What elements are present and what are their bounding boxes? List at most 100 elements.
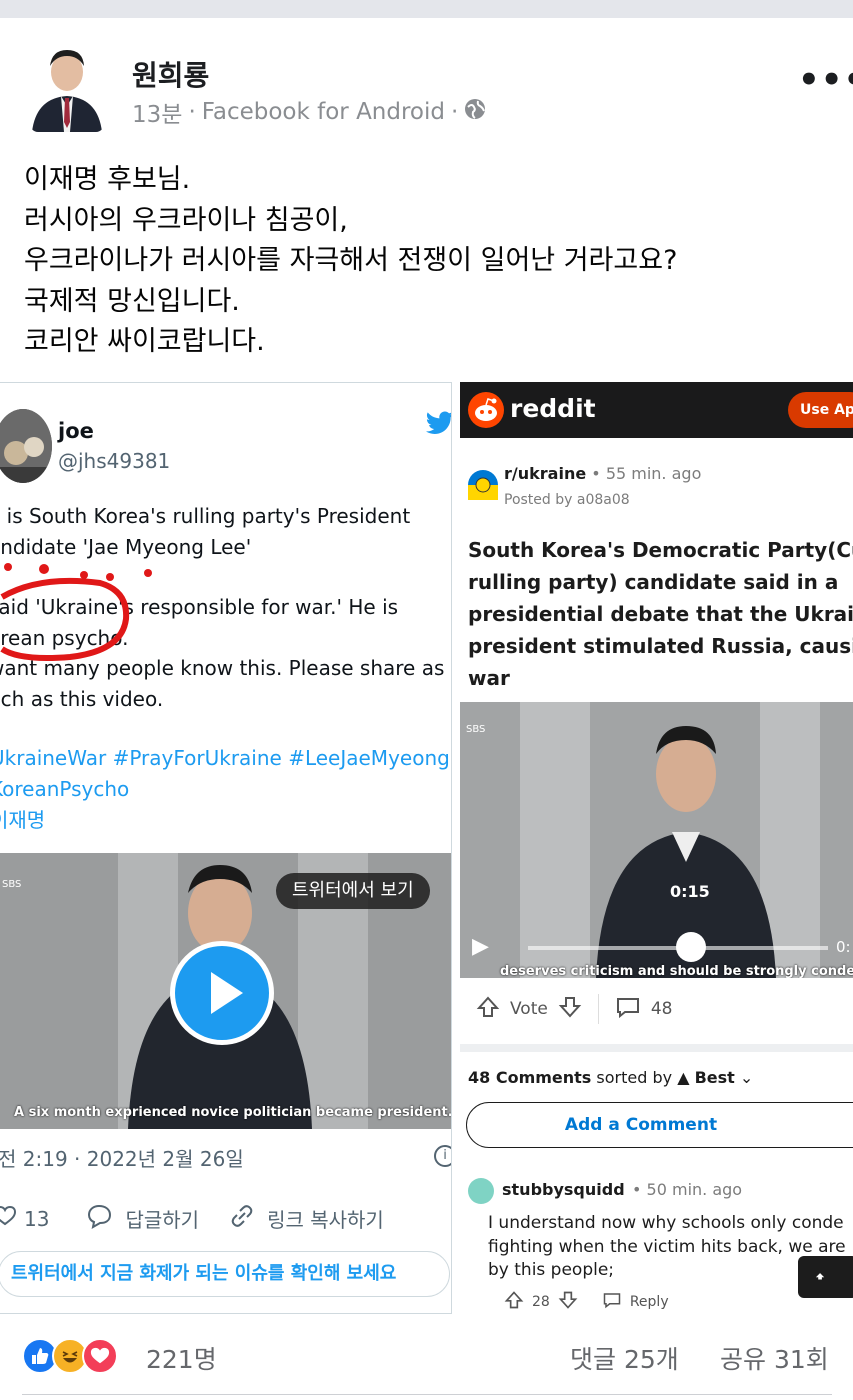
tweet-author-name: joe (58, 419, 94, 443)
upvote-icon[interactable] (476, 995, 500, 1024)
link-icon[interactable] (229, 1203, 255, 1234)
downvote-icon[interactable] (558, 1290, 578, 1314)
tweet-actions: 13 답글하기 링크 복사하기 (0, 1203, 384, 1234)
reddit-header: reddit Use App (460, 382, 853, 438)
svg-text:SBS: SBS (2, 879, 21, 890)
use-app-button[interactable]: Use App (788, 392, 853, 428)
reddit-video[interactable]: SBS 0:15 ▶ 0: deserves criticism and sho… (460, 702, 853, 978)
hashtag-line[interactable]: UkraineWar #PrayForUkraine #LeeJaeMyeong (0, 743, 450, 774)
reddit-logo-icon (468, 392, 504, 428)
meta-separator: · (451, 99, 459, 125)
play-icon[interactable]: ▶ (472, 934, 489, 959)
shares-count[interactable]: 공유 31회 (720, 1340, 829, 1376)
info-icon[interactable]: i (434, 1145, 451, 1167)
comments-count[interactable]: 댓글 25개 (570, 1340, 679, 1376)
video-caption: A six month exprienced novice politician… (14, 1105, 452, 1120)
subreddit-icon[interactable] (468, 470, 498, 500)
subreddit-line: r/ukraine • 55 min. ago (504, 464, 701, 483)
copy-link-label[interactable]: 링크 복사하기 (267, 1204, 384, 1233)
post-text-line: 국제적 망신입니다. (24, 285, 240, 317)
reply-label[interactable]: 답글하기 (125, 1204, 199, 1233)
actions-separator (597, 994, 599, 1024)
reply-icon[interactable] (85, 1203, 113, 1234)
comment-icon[interactable] (615, 995, 641, 1024)
comment-time: 50 min. ago (646, 1180, 743, 1199)
post-time[interactable]: 13분 (132, 95, 182, 129)
tweet-video[interactable]: SBS 트위터에서 보기 A six month exprienced novi… (0, 853, 452, 1129)
upvote-icon[interactable] (504, 1290, 524, 1314)
footer-divider (22, 1394, 832, 1395)
commenter-avatar[interactable] (468, 1178, 494, 1204)
twitter-bird-icon (426, 411, 451, 439)
title-line: president stimulated Russia, causing (468, 634, 853, 658)
red-circle-annotation (0, 563, 152, 661)
post-meta: 13분 · Facebook for Android · (132, 95, 486, 129)
subreddit-name[interactable]: r/ukraine (504, 464, 586, 483)
comment-line: I understand now why schools only conde (488, 1213, 844, 1233)
comment-count: 48 (650, 999, 673, 1019)
reply-icon[interactable] (602, 1291, 622, 1313)
meta-separator: • (591, 464, 606, 483)
comment-vote-count: 28 (532, 1294, 550, 1310)
love-icon (82, 1338, 118, 1374)
post-age: 55 min. ago (605, 464, 702, 483)
watch-on-twitter-badge[interactable]: 트위터에서 보기 (276, 873, 430, 909)
like-count: 13 (24, 1206, 50, 1231)
post-text-line: 우크라이나가 러시아를 자극해서 전쟁이 일어난 거라고요? (24, 245, 678, 276)
video-caption: deserves criticism and should be strongl… (500, 964, 853, 978)
sorted-by-label: sorted by (596, 1068, 673, 1087)
commenter-name[interactable]: stubbysquidd (502, 1180, 625, 1199)
comment-line: fighting when the victim hits back, we a… (488, 1236, 846, 1257)
reddit-post-title[interactable]: South Korea's Democratic Party(Curr rull… (468, 534, 853, 694)
reaction-count[interactable]: 221명 (146, 1340, 217, 1376)
post-source: Facebook for Android (201, 99, 445, 125)
comment-age: • 50 min. ago (632, 1180, 743, 1199)
top-bar (0, 0, 853, 18)
title-line: war (468, 666, 510, 690)
tweet-author-handle: @jhs49381 (58, 449, 171, 473)
posted-by[interactable]: Posted by a08a08 (504, 492, 630, 508)
author-name[interactable]: 원희룡 (132, 54, 209, 94)
rocket-icon: ▲ (677, 1068, 690, 1087)
play-icon[interactable] (170, 941, 274, 1045)
section-divider (460, 1044, 853, 1052)
post-text-line: 코리안 싸이코랍니다. (24, 326, 265, 357)
video-duration: 0:15 (670, 882, 710, 901)
explore-twitter-button[interactable]: 트위터에서 지금 화제가 되는 이슈를 확인해 보세요 (0, 1251, 450, 1297)
tweet-body-line: uch as this video. (0, 686, 164, 711)
scroll-to-top-button[interactable]: 🠹 (798, 1256, 853, 1298)
tweet-body-line: e is South Korea's rulling party's Presi… (0, 504, 411, 528)
comment-actions: 28 Reply (504, 1290, 669, 1314)
video-scrubber[interactable] (676, 932, 706, 962)
comments-sort-bar[interactable]: 48 Comments sorted by ▲ Best ⌄ (468, 1068, 753, 1087)
title-line: rulling party) candidate said in a (468, 570, 839, 594)
comment-reply-label[interactable]: Reply (630, 1294, 669, 1310)
tweet-timestamp: 전 2:19 · 2022년 2월 26일 (0, 1147, 244, 1171)
title-line: South Korea's Democratic Party(Curr (468, 538, 853, 562)
heart-icon[interactable] (0, 1205, 17, 1232)
author-avatar[interactable] (30, 42, 104, 132)
tweet-avatar (0, 409, 52, 483)
add-comment-button[interactable]: Add a Comment (466, 1102, 853, 1148)
hashtag-line[interactable]: KoreanPsycho (0, 774, 450, 805)
sort-value[interactable]: Best (695, 1068, 735, 1087)
reddit-post-actions: Vote 48 (476, 994, 672, 1024)
post-text-line: 러시아의 우크라이나 침공이, (24, 204, 348, 236)
more-options-icon[interactable]: ••• (798, 60, 853, 100)
tweet-hashtags[interactable]: UkraineWar #PrayForUkraine #LeeJaeMyeong… (0, 743, 450, 836)
video-frame: SBS (460, 702, 853, 978)
reddit-brand: reddit (510, 394, 596, 423)
downvote-icon[interactable] (558, 995, 582, 1024)
hashtag-line[interactable]: 이재명 (0, 805, 450, 836)
post-text: 이재명 후보님. 러시아의 우크라이나 침공이, 우크라이나가 러시아를 자극해… (24, 160, 824, 363)
meta-separator: · (188, 99, 196, 125)
reddit-screenshot[interactable]: reddit Use App r/ukraine • 55 min. ago P… (460, 382, 853, 1314)
title-line: presidential debate that the Ukrainian (468, 602, 853, 626)
comments-total: 48 Comments (468, 1068, 592, 1087)
reaction-icons[interactable] (22, 1338, 118, 1374)
globe-icon (464, 98, 486, 126)
tweet-screenshot[interactable]: joe @jhs49381 e is South Korea's rulling… (0, 382, 452, 1314)
chevron-down-icon[interactable]: ⌄ (740, 1068, 753, 1087)
svg-text:SBS: SBS (466, 724, 485, 735)
video-end-time: 0: (836, 938, 851, 956)
